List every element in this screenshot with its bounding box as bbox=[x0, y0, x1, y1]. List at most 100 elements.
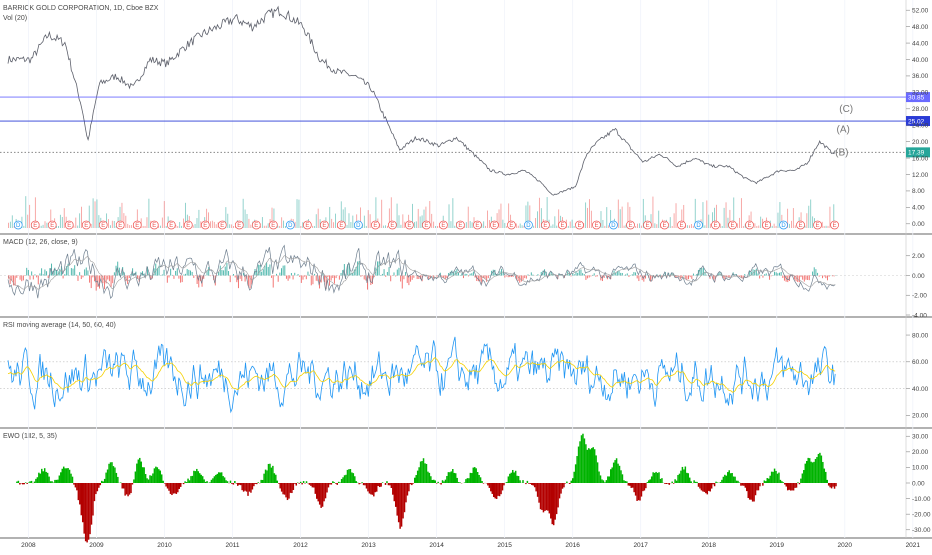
macd-histogram-bar bbox=[805, 276, 806, 280]
wave-annotation[interactable]: (C) bbox=[839, 104, 853, 115]
ewo-bar bbox=[540, 483, 542, 509]
ewo-bar bbox=[370, 483, 372, 494]
volume-bar bbox=[676, 203, 677, 228]
ewo-bar bbox=[714, 483, 716, 486]
volume-bar bbox=[604, 226, 605, 228]
marker-label: D bbox=[16, 223, 21, 229]
marker-label: E bbox=[816, 223, 820, 229]
ewo-bar bbox=[101, 481, 103, 483]
ewo-bar bbox=[325, 483, 327, 498]
ewo-bar bbox=[740, 483, 742, 486]
macd-histogram-bar bbox=[312, 276, 313, 285]
volume-bar bbox=[554, 216, 555, 228]
ewo-bar bbox=[497, 483, 499, 496]
ewo-bar bbox=[452, 469, 454, 483]
macd-histogram-bar bbox=[493, 270, 494, 276]
marker-label: E bbox=[765, 223, 769, 229]
ewo-bar bbox=[202, 476, 204, 483]
volume-bar bbox=[93, 198, 94, 228]
ewo-bar bbox=[142, 467, 144, 483]
ewo-bar bbox=[310, 483, 312, 486]
ewo-bar bbox=[771, 472, 773, 483]
ewo-bar bbox=[410, 483, 412, 484]
ewo-bar bbox=[421, 461, 423, 483]
ewo-bar bbox=[237, 483, 239, 486]
volume-bar bbox=[689, 225, 690, 228]
volume-bar bbox=[333, 222, 334, 228]
macd-histogram-bar bbox=[528, 274, 529, 275]
ewo-bar bbox=[549, 483, 551, 513]
ewo-bar bbox=[184, 481, 186, 483]
macd-histogram-bar bbox=[316, 276, 317, 281]
macd-histogram-bar bbox=[506, 276, 507, 277]
ewo-axis-tick-label: 20.00 bbox=[912, 449, 929, 456]
volume-bar bbox=[437, 226, 438, 228]
volume-bar bbox=[708, 215, 709, 228]
ewo-bar bbox=[315, 483, 317, 494]
macd-histogram-bar bbox=[235, 276, 236, 278]
volume-bar bbox=[556, 226, 557, 228]
ewo-bar bbox=[130, 483, 132, 493]
x-axis-label: 2021 bbox=[906, 542, 921, 549]
chart-svg[interactable]: BARRICK GOLD CORPORATION, 1D, Cboe BZX V… bbox=[0, 0, 932, 550]
volume-bar bbox=[520, 224, 521, 228]
macd-histogram-bar bbox=[389, 267, 390, 275]
main-title: BARRICK GOLD CORPORATION, 1D, Cboe BZX bbox=[3, 5, 159, 12]
marker-label: E bbox=[135, 223, 139, 229]
macd-histogram-bar bbox=[620, 273, 621, 276]
ewo-bar bbox=[832, 483, 834, 487]
ewo-bar bbox=[338, 482, 340, 483]
ewo-bar bbox=[320, 483, 322, 508]
ewo-bar bbox=[206, 481, 208, 483]
macd-histogram-bar bbox=[779, 273, 780, 276]
volume-bar bbox=[518, 226, 519, 228]
ewo-bar bbox=[127, 483, 129, 496]
volume-bar bbox=[778, 213, 779, 228]
ewo-bar bbox=[129, 483, 131, 495]
ewo-bar bbox=[329, 483, 331, 484]
volume-bar bbox=[370, 214, 371, 228]
ewo-bar bbox=[434, 480, 436, 483]
macd-histogram-bar bbox=[38, 276, 39, 285]
ewo-bar bbox=[218, 472, 220, 483]
rsi-axis-tick-label: 60.00 bbox=[912, 359, 929, 366]
macd-histogram-bar bbox=[834, 276, 835, 277]
macd-histogram-bar bbox=[170, 269, 171, 276]
wave-annotation[interactable]: (B) bbox=[835, 148, 848, 159]
ewo-bar bbox=[774, 469, 776, 483]
macd-histogram-bar bbox=[829, 276, 830, 277]
ewo-bar bbox=[530, 483, 532, 484]
ewo-bar bbox=[805, 464, 807, 483]
ewo-bar bbox=[813, 462, 815, 483]
volume-bar bbox=[693, 226, 694, 228]
ewo-bar bbox=[739, 482, 741, 483]
volume-bar bbox=[399, 215, 400, 228]
ewo-bar bbox=[358, 483, 360, 484]
macd-histogram-bar bbox=[283, 266, 284, 276]
ewo-bar bbox=[198, 471, 200, 483]
ewo-bar bbox=[114, 468, 116, 483]
macd-histogram-bar bbox=[590, 276, 591, 277]
macd-histogram-bar bbox=[111, 276, 112, 287]
wave-annotation[interactable]: (A) bbox=[837, 124, 850, 135]
volume-bar bbox=[691, 224, 692, 228]
macd-histogram-bar bbox=[225, 267, 226, 276]
ewo-bar bbox=[266, 470, 268, 483]
macd-histogram-bar bbox=[817, 273, 818, 276]
marker-label: E bbox=[492, 223, 496, 229]
volume-bar bbox=[95, 201, 96, 228]
macd-histogram-bar bbox=[764, 274, 765, 275]
ewo-bar bbox=[815, 459, 817, 483]
ewo-bar bbox=[554, 483, 556, 520]
ewo-bar bbox=[734, 477, 736, 483]
ewo-bar bbox=[511, 473, 513, 483]
macd-histogram-bar bbox=[185, 274, 186, 276]
macd-histogram-bar bbox=[182, 276, 183, 283]
ewo-bar bbox=[121, 483, 123, 488]
ewo-bar bbox=[576, 456, 578, 483]
ewo-bar bbox=[660, 479, 662, 483]
macd-histogram-bar bbox=[466, 274, 467, 276]
macd-histogram-bar bbox=[334, 276, 335, 284]
ewo-bar bbox=[51, 481, 53, 483]
ewo-bar bbox=[693, 480, 695, 483]
